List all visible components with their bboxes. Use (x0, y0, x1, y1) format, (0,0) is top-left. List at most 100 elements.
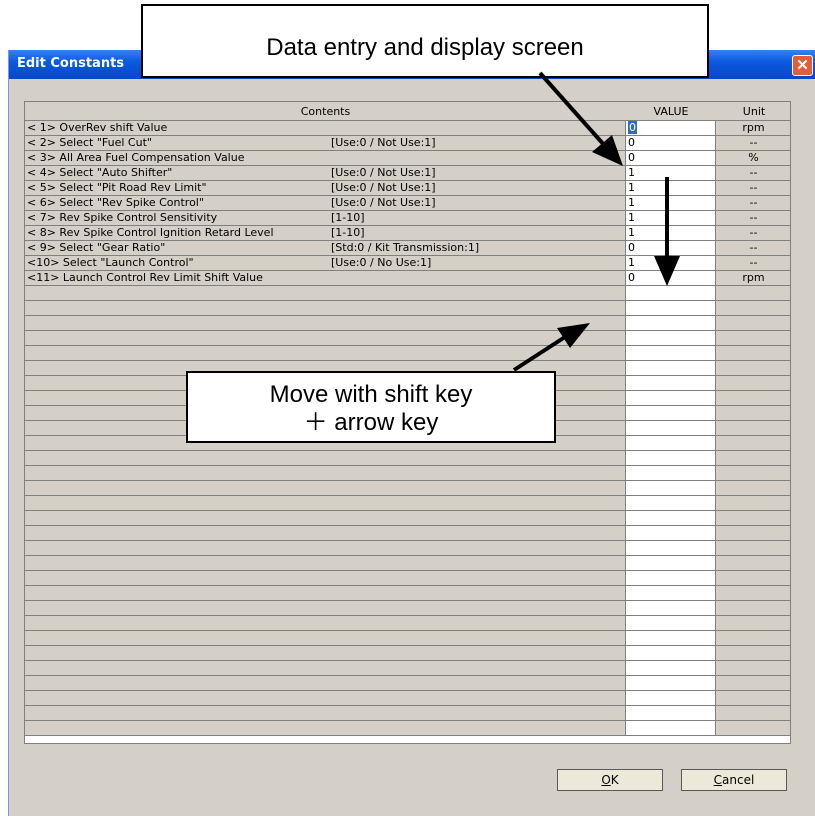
ok-button[interactable]: OK (557, 769, 663, 791)
empty-row (25, 721, 790, 736)
row-label: < 1> OverRev shift Value (27, 121, 168, 134)
contents-cell: < 8> Rev Spike Control Ignition Retard L… (25, 226, 626, 240)
value-cell[interactable]: 0 (626, 121, 716, 135)
contents-cell (25, 496, 626, 510)
value-cell[interactable] (626, 331, 716, 345)
contents-cell (25, 451, 626, 465)
empty-row (25, 526, 790, 541)
row-label: < 5> Select "Pit Road Rev Limit" (27, 181, 207, 194)
value-cell[interactable] (626, 601, 716, 615)
unit-cell (716, 646, 790, 660)
empty-row (25, 661, 790, 676)
column-header-contents: Contents (25, 102, 626, 121)
contents-cell (25, 541, 626, 555)
value-cell[interactable] (626, 361, 716, 375)
close-button[interactable]: ✕ (792, 55, 813, 76)
unit-cell (716, 526, 790, 540)
contents-cell (25, 691, 626, 705)
empty-row (25, 541, 790, 556)
contents-cell (25, 466, 626, 480)
value-cell[interactable] (626, 706, 716, 720)
empty-row (25, 586, 790, 601)
value-cell[interactable]: 0 (626, 271, 716, 285)
value-cell[interactable] (626, 526, 716, 540)
value-cell[interactable] (626, 691, 716, 705)
unit-cell (716, 451, 790, 465)
contents-cell: < 1> OverRev shift Value (25, 121, 626, 135)
contents-cell (25, 706, 626, 720)
empty-row (25, 601, 790, 616)
value-cell[interactable] (626, 316, 716, 330)
value-cell[interactable]: 0 (626, 136, 716, 150)
value-cell[interactable]: 1 (626, 226, 716, 240)
empty-row (25, 616, 790, 631)
value-cell[interactable]: 1 (626, 211, 716, 225)
value-cell[interactable]: 1 (626, 166, 716, 180)
row-label: < 7> Rev Spike Control Sensitivity (27, 211, 218, 224)
unit-cell (716, 286, 790, 300)
contents-cell (25, 301, 626, 315)
contents-cell (25, 481, 626, 495)
value-cell[interactable] (626, 286, 716, 300)
value-cell[interactable]: 1 (626, 181, 716, 195)
unit-cell: -- (716, 256, 790, 270)
contents-cell: < 3> All Area Fuel Compensation Value (25, 151, 626, 165)
value-cell[interactable] (626, 631, 716, 645)
empty-row (25, 451, 790, 466)
value-cell[interactable] (626, 571, 716, 585)
table-row: < 9> Select "Gear Ratio" [Std:0 / Kit Tra… (25, 241, 790, 256)
unit-cell (716, 661, 790, 675)
value-cell[interactable]: 0 (626, 241, 716, 255)
value-cell[interactable] (626, 346, 716, 360)
value-cell[interactable]: 1 (626, 196, 716, 210)
value-cell[interactable] (626, 466, 716, 480)
value-text: 1 (628, 196, 635, 209)
value-cell[interactable] (626, 376, 716, 390)
value-text: 1 (628, 256, 635, 269)
empty-row (25, 496, 790, 511)
value-cell[interactable] (626, 436, 716, 450)
unit-cell (716, 721, 790, 735)
value-cell[interactable]: 1 (626, 256, 716, 270)
empty-row (25, 286, 790, 301)
annotation-move-keys: Move with shift key ＋ arrow key (186, 371, 556, 443)
value-cell[interactable] (626, 406, 716, 420)
empty-row (25, 691, 790, 706)
cancel-button[interactable]: Cancel (681, 769, 787, 791)
value-cell[interactable] (626, 556, 716, 570)
value-cell[interactable] (626, 421, 716, 435)
value-cell[interactable] (626, 541, 716, 555)
value-cell[interactable] (626, 391, 716, 405)
annotation-move-line2: ＋ arrow key (303, 409, 439, 436)
table-row: <11> Launch Control Rev Limit Shift Valu… (25, 271, 790, 286)
value-cell[interactable] (626, 646, 716, 660)
row-option: [Std:0 / Kit Transmission:1] (331, 241, 480, 254)
contents-cell: < 7> Rev Spike Control Sensitivity [1-10] (25, 211, 626, 225)
contents-cell: < 2> Select "Fuel Cut" [Use:0 / Not Use:1… (25, 136, 626, 150)
contents-cell (25, 571, 626, 585)
unit-cell (716, 691, 790, 705)
contents-cell (25, 556, 626, 570)
unit-cell (716, 361, 790, 375)
value-cell[interactable]: 0 (626, 151, 716, 165)
value-cell[interactable] (626, 676, 716, 690)
value-text: 1 (628, 181, 635, 194)
unit-cell (716, 316, 790, 330)
contents-cell: <10> Select "Launch Control" [Use:0 / No … (25, 256, 626, 270)
value-cell[interactable] (626, 496, 716, 510)
close-icon: ✕ (796, 57, 809, 74)
value-cell[interactable] (626, 451, 716, 465)
value-cell[interactable] (626, 586, 716, 600)
value-cell[interactable] (626, 481, 716, 495)
value-cell[interactable] (626, 511, 716, 525)
value-cell[interactable] (626, 616, 716, 630)
contents-cell: < 6> Select "Rev Spike Control" [Use:0 / … (25, 196, 626, 210)
cancel-label: Cancel (713, 773, 755, 787)
unit-cell (716, 301, 790, 315)
value-cell[interactable] (626, 721, 716, 735)
empty-row (25, 301, 790, 316)
row-option: [Use:0 / Not Use:1] (331, 196, 436, 209)
value-cell[interactable] (626, 301, 716, 315)
value-cell[interactable] (626, 661, 716, 675)
contents-cell (25, 286, 626, 300)
